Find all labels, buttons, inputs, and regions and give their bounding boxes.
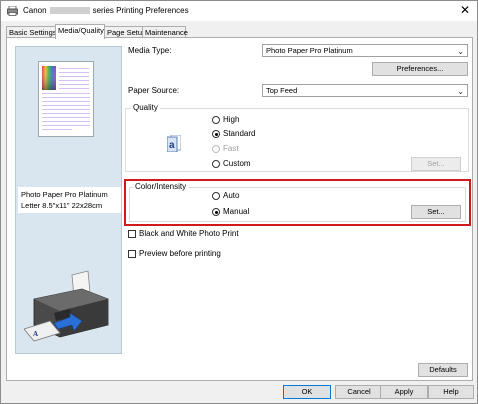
chevron-down-icon: ⌄ [457, 87, 464, 96]
paper-size-summary: Letter 8.5"x11" 22x28cm [21, 201, 103, 210]
help-button[interactable]: Help [428, 385, 474, 399]
paper-source-label: Paper Source: [128, 86, 180, 95]
preferences-button[interactable]: Preferences... [372, 62, 468, 76]
printing-preferences-window: Canon series Printing Preferences ✕ Basic… [0, 0, 478, 404]
media-info: Photo Paper Pro Platinum Letter 8.5"x11"… [18, 187, 121, 213]
color-intensity-group-title: Color/Intensity [133, 182, 189, 191]
ok-button[interactable]: OK [283, 385, 331, 399]
quality-group-title: Quality [131, 103, 160, 112]
quality-set-button: Set... [411, 157, 461, 171]
color-set-button[interactable]: Set... [411, 205, 461, 219]
svg-text:a: a [169, 140, 175, 151]
window-title: Canon series Printing Preferences [23, 6, 189, 15]
close-icon[interactable]: ✕ [459, 4, 471, 16]
tab-media-quality[interactable]: Media/Quality [55, 24, 105, 39]
redacted-model-name [49, 7, 90, 14]
printer-illustration-icon: A [24, 270, 109, 342]
media-quality-panel: Photo Paper Pro Platinum Letter 8.5"x11"… [6, 37, 473, 381]
title-bar: Canon series Printing Preferences ✕ [1, 1, 477, 21]
paper-preview [38, 61, 94, 137]
media-type-summary: Photo Paper Pro Platinum [21, 190, 108, 199]
color-swatch-image [42, 66, 56, 90]
cancel-button[interactable]: Cancel [335, 385, 383, 399]
chevron-down-icon: ⌄ [457, 47, 464, 56]
defaults-button[interactable]: Defaults [418, 363, 468, 377]
media-type-select[interactable]: Photo Paper Pro Platinum ⌄ [262, 44, 468, 57]
settings-preview: Photo Paper Pro Platinum Letter 8.5"x11"… [15, 46, 122, 354]
svg-text:A: A [33, 330, 38, 338]
document-a-icon: a [167, 135, 181, 152]
printer-icon [7, 6, 18, 16]
paper-source-select[interactable]: Top Feed ⌄ [262, 84, 468, 97]
media-type-label: Media Type: [128, 46, 172, 55]
apply-button[interactable]: Apply [380, 385, 428, 399]
